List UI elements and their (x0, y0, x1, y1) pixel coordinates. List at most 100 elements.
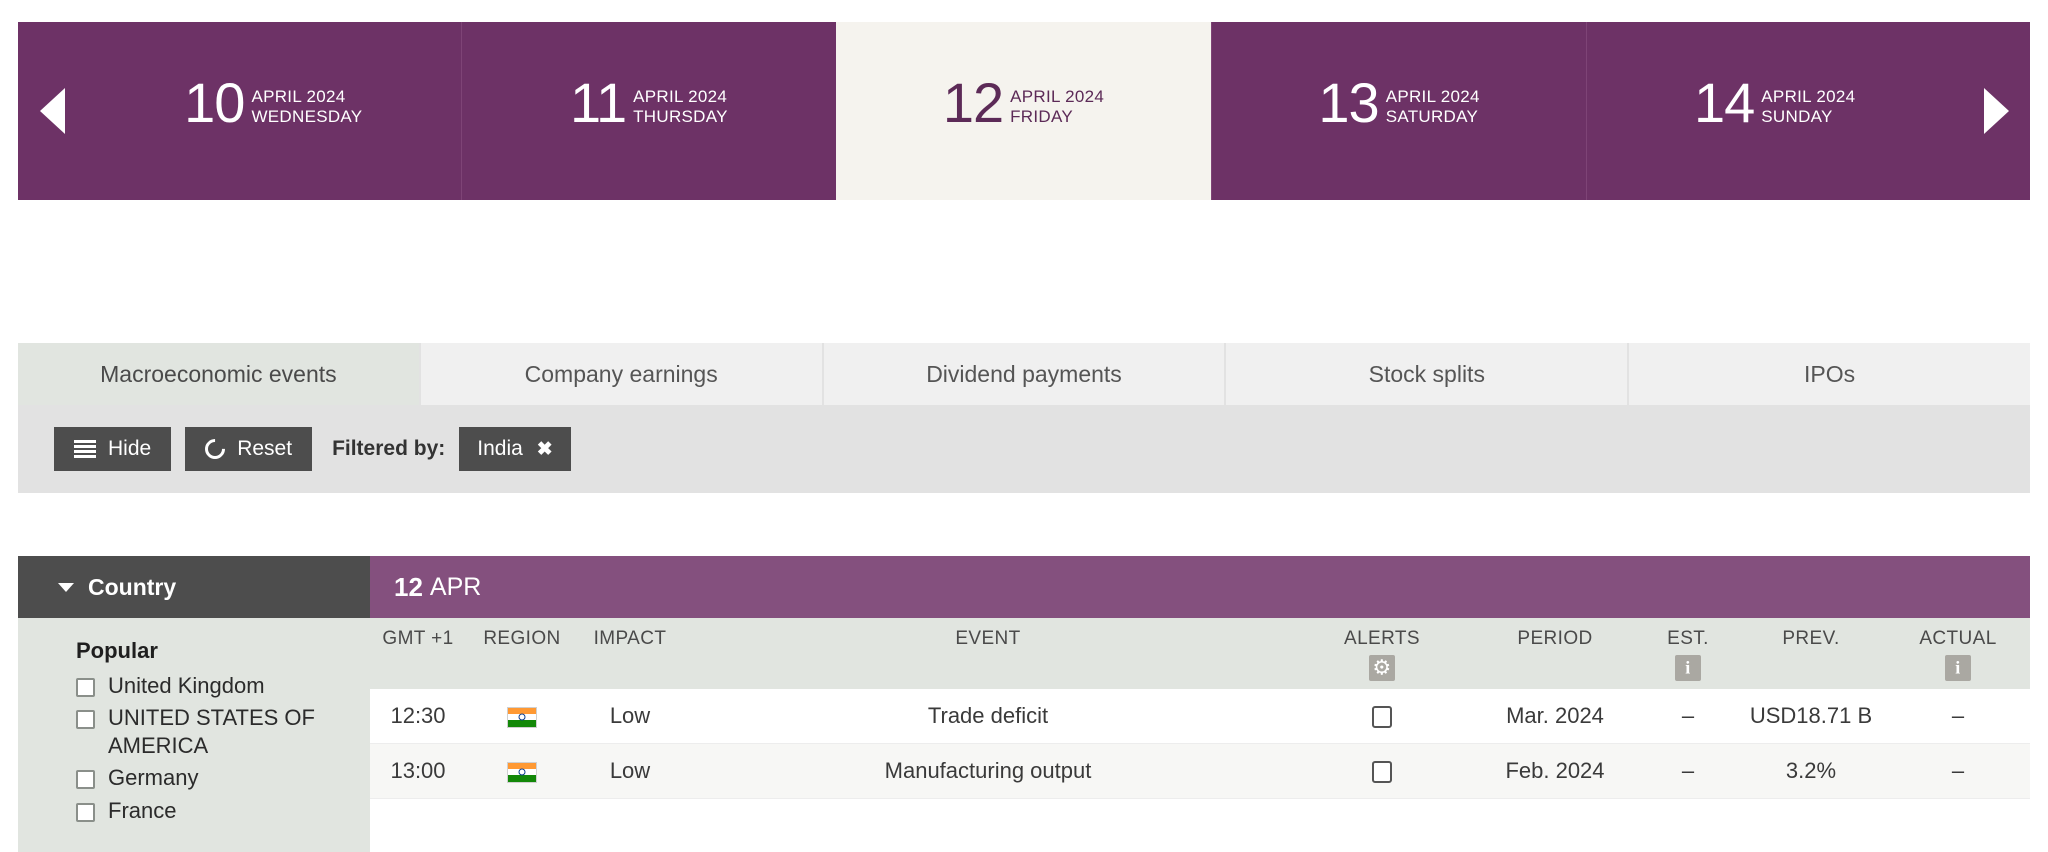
popular-group-label: Popular (76, 638, 158, 663)
column-header-region[interactable]: REGION (466, 618, 578, 689)
hide-button[interactable]: Hide (54, 427, 172, 471)
column-header-est[interactable]: EST. (1640, 618, 1736, 689)
column-header-label: REGION (483, 628, 561, 649)
filter-chip-india[interactable]: India ✖ (459, 427, 571, 471)
tab-dividend-payments[interactable]: Dividend payments (823, 343, 1227, 405)
cell-est: – (1640, 743, 1736, 799)
chevron-right-icon (1983, 88, 2009, 134)
filter-toolbar: Hide Reset Filtered by: India ✖ (18, 405, 2030, 493)
table-row[interactable]: 12:30 Low Trade deficit Mar. 2024– USD18.71 … (370, 689, 2030, 744)
filtered-by-label: Filtered by: (332, 437, 446, 460)
day-month: APRIL 2024 (251, 86, 346, 106)
section-tabs: Macroeconomic events Company earnings Divi… (18, 343, 2030, 405)
events-table-panel: 12 APR GMT +1 REGION IMPACT EVENT ALERTS PERI… (370, 556, 2030, 852)
column-header-label: ALERTS (1344, 628, 1420, 649)
country-checkbox[interactable] (76, 802, 95, 822)
hide-button-label: Hide (108, 437, 152, 460)
country-option-united-kingdom[interactable]: United Kingdom (76, 672, 370, 700)
column-header-prev[interactable]: PREV. (1736, 618, 1886, 689)
column-header-label: EVENT (955, 628, 1021, 649)
day-cell-inner: 12 APRIL 2024 FRIDAY (942, 70, 1104, 147)
day-meta: APRIL 2024 SATURDAY (1386, 87, 1480, 127)
day-weekday: THURSDAY (633, 107, 728, 126)
alert-checkbox[interactable] (1372, 706, 1392, 729)
tab-company-earnings[interactable]: Company earnings (420, 343, 824, 405)
date-navigation-strip: 10 APRIL 2024 WEDNESDAY 11 APRIL 2024 THURSDA… (18, 22, 2030, 200)
filter-chip-remove-icon[interactable]: ✖ (537, 438, 553, 461)
gear-icon[interactable] (1369, 655, 1395, 681)
day-month: APRIL 2024 (1385, 86, 1480, 106)
cell-region (466, 743, 578, 799)
tab-macroeconomic-events[interactable]: Macroeconomic events (18, 343, 421, 405)
column-header-label: EST. (1667, 628, 1709, 649)
events-table-body: 12:30 Low Trade deficit Mar. 2024– USD18.71 … (370, 689, 2030, 799)
day-cell-inner: 10 APRIL 2024 WEDNESDAY (184, 70, 363, 147)
events-table-head: GMT +1 REGION IMPACT EVENT ALERTS PERIOD EST. P… (370, 618, 2030, 689)
reset-button[interactable]: Reset (185, 427, 313, 471)
column-header-period[interactable]: PERIOD (1470, 618, 1640, 689)
day-cell-14[interactable]: 14 APRIL 2024 SUNDAY (1586, 22, 1962, 200)
day-cell-list: 10 APRIL 2024 WEDNESDAY 11 APRIL 2024 THURSDA… (86, 22, 1962, 200)
day-cell-11[interactable]: 11 APRIL 2024 THURSDAY (460, 22, 837, 200)
country-checkbox[interactable] (76, 678, 95, 697)
tab-ipos[interactable]: IPOs (1629, 343, 2030, 405)
day-meta: APRIL 2024 SUNDAY (1761, 87, 1855, 127)
country-checkbox[interactable] (76, 710, 95, 730)
column-header-actual[interactable]: ACTUAL (1886, 618, 2030, 689)
chevron-left-icon (39, 88, 65, 134)
india-flag (507, 761, 537, 783)
country-filter-title: Country (88, 573, 177, 600)
day-banner-day: 12 (394, 571, 423, 602)
hamburger-icon (74, 440, 96, 458)
info-icon[interactable] (1945, 655, 1971, 681)
country-checkbox-list: United Kingdom UNITED STATES OF AMERICA Ge… (76, 672, 370, 825)
india-flag (507, 706, 537, 728)
cell-event[interactable]: Trade deficit (682, 689, 1294, 744)
country-label: Germany (108, 765, 199, 791)
column-header-label: PREV. (1782, 628, 1840, 649)
country-checkbox[interactable] (76, 770, 95, 790)
day-weekday: WEDNESDAY (251, 107, 363, 126)
country-option-france[interactable]: France (76, 797, 370, 825)
country-option-united-states-of-america[interactable]: UNITED STATES OF AMERICA (76, 704, 370, 760)
active-filter-chips: India ✖ (459, 427, 571, 471)
table-row[interactable]: 13:00 Low Manufacturing output Feb. 2024–3.… (370, 743, 2030, 799)
chevron-down-icon (58, 582, 74, 592)
day-meta: APRIL 2024 FRIDAY (1010, 87, 1104, 127)
info-icon[interactable] (1675, 655, 1701, 681)
day-cell-inner: 14 APRIL 2024 SUNDAY (1694, 74, 1855, 147)
tab-stock-splits[interactable]: Stock splits (1226, 343, 1630, 405)
country-option-germany[interactable]: Germany (76, 764, 370, 792)
column-header-impact[interactable]: IMPACT (578, 618, 682, 689)
alert-checkbox[interactable] (1372, 761, 1392, 784)
cell-est: – (1640, 689, 1736, 744)
country-filter-body: Popular United Kingdom UNITED STATES OF A… (18, 618, 370, 852)
filter-chip-label: India (477, 437, 523, 460)
cell-actual: – (1886, 689, 2030, 744)
day-banner-month: APR (429, 572, 482, 601)
next-day-button[interactable] (1962, 22, 2030, 200)
cell-event[interactable]: Manufacturing output (682, 743, 1294, 799)
country-filter-sidebar: Country Popular United Kingdom UNITED STA… (18, 556, 370, 852)
day-cell-10[interactable]: 10 APRIL 2024 WEDNESDAY (86, 22, 461, 200)
cell-alerts (1294, 743, 1470, 799)
prev-day-button[interactable] (18, 22, 86, 200)
cell-region (466, 689, 578, 744)
cell-prev: USD18.71 B (1736, 689, 1886, 744)
day-cell-13[interactable]: 13 APRIL 2024 SATURDAY (1210, 22, 1587, 200)
column-header-alerts[interactable]: ALERTS (1294, 618, 1470, 689)
cell-time: 12:30 (370, 689, 466, 744)
column-header-label: IMPACT (593, 628, 667, 649)
country-filter-header[interactable]: Country (18, 556, 370, 618)
column-header-time[interactable]: GMT +1 (370, 618, 466, 689)
reset-button-label: Reset (237, 437, 293, 460)
day-month: APRIL 2024 (1010, 86, 1105, 106)
day-number: 12 (942, 70, 1004, 134)
column-header-label: PERIOD (1517, 628, 1593, 649)
day-cell-12[interactable]: 12 APRIL 2024 FRIDAY (836, 22, 1211, 200)
cell-impact: Low (578, 689, 682, 744)
column-header-event[interactable]: EVENT (682, 618, 1294, 689)
day-month: APRIL 2024 (633, 86, 728, 106)
day-number: 10 (184, 70, 245, 134)
day-meta: APRIL 2024 THURSDAY (633, 87, 728, 127)
